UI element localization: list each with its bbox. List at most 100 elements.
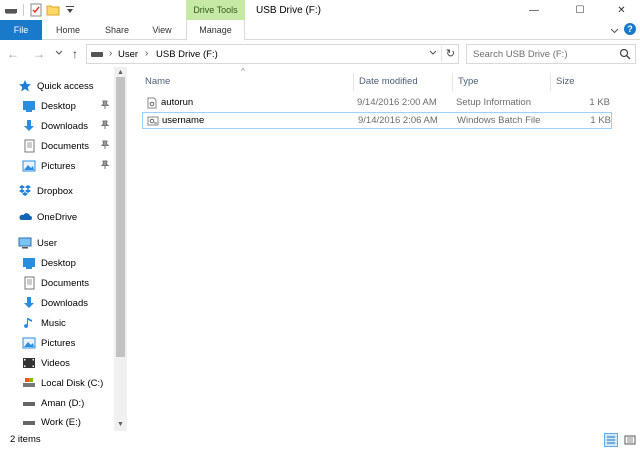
- file-type: Setup Information: [456, 97, 531, 108]
- tab-file[interactable]: File: [0, 20, 42, 40]
- downloads-icon: [22, 296, 36, 310]
- onedrive-icon: [18, 210, 32, 224]
- maximize-button[interactable]: ☐: [557, 0, 603, 20]
- documents-icon: [22, 139, 36, 153]
- file-list: ^ Name Date modified Type Size autorun 9…: [137, 67, 640, 431]
- properties-icon[interactable]: [29, 3, 43, 17]
- tab-view[interactable]: View: [144, 20, 180, 40]
- drive-icon: [22, 415, 36, 429]
- help-icon[interactable]: ?: [624, 23, 636, 35]
- scrollbar-thumb[interactable]: [116, 77, 125, 357]
- recent-locations-button[interactable]: [52, 46, 66, 62]
- nav-pane-scrollbar[interactable]: ▲ ▼: [114, 67, 127, 431]
- up-button[interactable]: ↑: [68, 46, 82, 62]
- ribbon-tab-bar: File Home Share View Manage ?: [0, 20, 640, 41]
- dropbox-icon: [18, 184, 32, 198]
- tab-share[interactable]: Share: [96, 20, 138, 40]
- nav-item-label: Pictures: [41, 160, 76, 172]
- column-header-size[interactable]: Size: [550, 73, 612, 91]
- pin-icon: [100, 160, 110, 171]
- nav-item-label: Aman (D:): [41, 397, 85, 409]
- search-box[interactable]: [466, 44, 636, 64]
- file-name: username: [162, 115, 205, 126]
- window-title: USB Drive (F:): [256, 5, 321, 16]
- forward-button[interactable]: →: [32, 46, 46, 62]
- drive-icon: [22, 396, 36, 410]
- desktop-folder-icon: [22, 256, 36, 270]
- file-date-modified: 9/14/2016 2:00 AM: [357, 97, 437, 108]
- address-dropdown-icon[interactable]: [429, 48, 437, 58]
- desktop-folder-icon: [22, 99, 36, 113]
- maximize-icon: ☐: [575, 4, 585, 16]
- minimize-icon: —: [529, 4, 539, 16]
- drive-tools-context-tab: Drive Tools: [186, 0, 245, 20]
- pin-icon: [100, 120, 110, 131]
- minimize-button[interactable]: —: [511, 0, 557, 20]
- downloads-icon: [22, 119, 36, 133]
- nav-item-label: Documents: [41, 277, 90, 289]
- pictures-icon: [22, 159, 36, 173]
- breadcrumb-user[interactable]: User: [118, 49, 138, 60]
- status-bar: 2 items: [0, 431, 640, 449]
- refresh-button[interactable]: ↻: [441, 46, 459, 62]
- nav-item-label: Work (E:): [41, 416, 81, 428]
- nav-item-label: User: [37, 237, 58, 249]
- file-row-autorun[interactable]: autorun 9/14/2016 2:00 AM Setup Informat…: [142, 95, 612, 112]
- nav-item-label: Downloads: [41, 120, 88, 132]
- videos-icon: [22, 356, 36, 370]
- address-bar[interactable]: › User › USB Drive (F:) ↻: [86, 44, 459, 64]
- pictures-icon: [22, 336, 36, 350]
- drive-tools-label: Drive Tools: [193, 5, 238, 15]
- pin-icon: [100, 140, 110, 151]
- documents-icon: [22, 276, 36, 290]
- file-date-modified: 9/14/2016 2:06 AM: [358, 115, 438, 126]
- close-icon: ✕: [617, 4, 626, 16]
- nav-item-label: Desktop: [41, 257, 76, 269]
- new-folder-icon[interactable]: [46, 3, 60, 17]
- nav-item-label: Local Disk (C:): [41, 377, 104, 389]
- toolbar-separator: [23, 4, 24, 16]
- file-row-username[interactable]: username 9/14/2016 2:06 AM Windows Batch…: [142, 112, 612, 129]
- star-icon: [18, 79, 32, 93]
- quick-access-toolbar: [4, 2, 77, 18]
- scroll-down-icon[interactable]: ▼: [114, 419, 127, 431]
- settings-file-icon: [146, 97, 158, 109]
- nav-item-label: Dropbox: [37, 185, 73, 197]
- drive-icon: [4, 3, 18, 17]
- file-size: 1 KB: [590, 115, 611, 126]
- music-icon: [22, 316, 36, 330]
- breadcrumb-separator[interactable]: ›: [109, 48, 112, 59]
- breadcrumb-usb-drive[interactable]: USB Drive (F:): [156, 49, 218, 60]
- pin-icon: [100, 100, 110, 111]
- close-button[interactable]: ✕: [603, 0, 640, 20]
- customize-toolbar-icon[interactable]: [63, 3, 77, 17]
- column-header-type[interactable]: Type: [452, 73, 550, 91]
- nav-item-label: Quick access: [37, 80, 94, 92]
- expand-ribbon-icon[interactable]: [610, 26, 619, 37]
- large-icons-view-button[interactable]: [623, 433, 637, 447]
- file-name: autorun: [161, 97, 194, 108]
- tab-manage[interactable]: Manage: [186, 20, 245, 41]
- navigation-pane: Quick access Desktop Downloads Documents…: [0, 67, 128, 431]
- nav-item-label: Downloads: [41, 297, 88, 309]
- local-disk-icon: [22, 376, 36, 390]
- title-bar: Drive Tools USB Drive (F:) — ☐ ✕: [0, 0, 640, 20]
- column-header-name[interactable]: Name: [140, 73, 353, 91]
- file-size: 1 KB: [589, 97, 610, 108]
- tab-home[interactable]: Home: [46, 20, 90, 40]
- column-header-date-modified[interactable]: Date modified: [353, 73, 452, 91]
- address-row: ← → ↑ › User › USB Drive (F:) ↻: [0, 41, 640, 67]
- nav-item-label: Documents: [41, 140, 90, 152]
- nav-item-label: Music: [41, 317, 66, 329]
- back-button[interactable]: ←: [6, 46, 20, 62]
- nav-item-label: Videos: [41, 357, 70, 369]
- search-icon: [619, 48, 631, 60]
- batch-file-icon: [147, 115, 159, 127]
- breadcrumb-separator[interactable]: ›: [145, 48, 148, 59]
- details-view-button[interactable]: [604, 433, 618, 447]
- drive-icon: [91, 52, 103, 57]
- nav-item-label: OneDrive: [37, 211, 78, 223]
- computer-icon: [18, 236, 32, 250]
- search-input[interactable]: [473, 48, 613, 61]
- nav-item-label: Pictures: [41, 337, 76, 349]
